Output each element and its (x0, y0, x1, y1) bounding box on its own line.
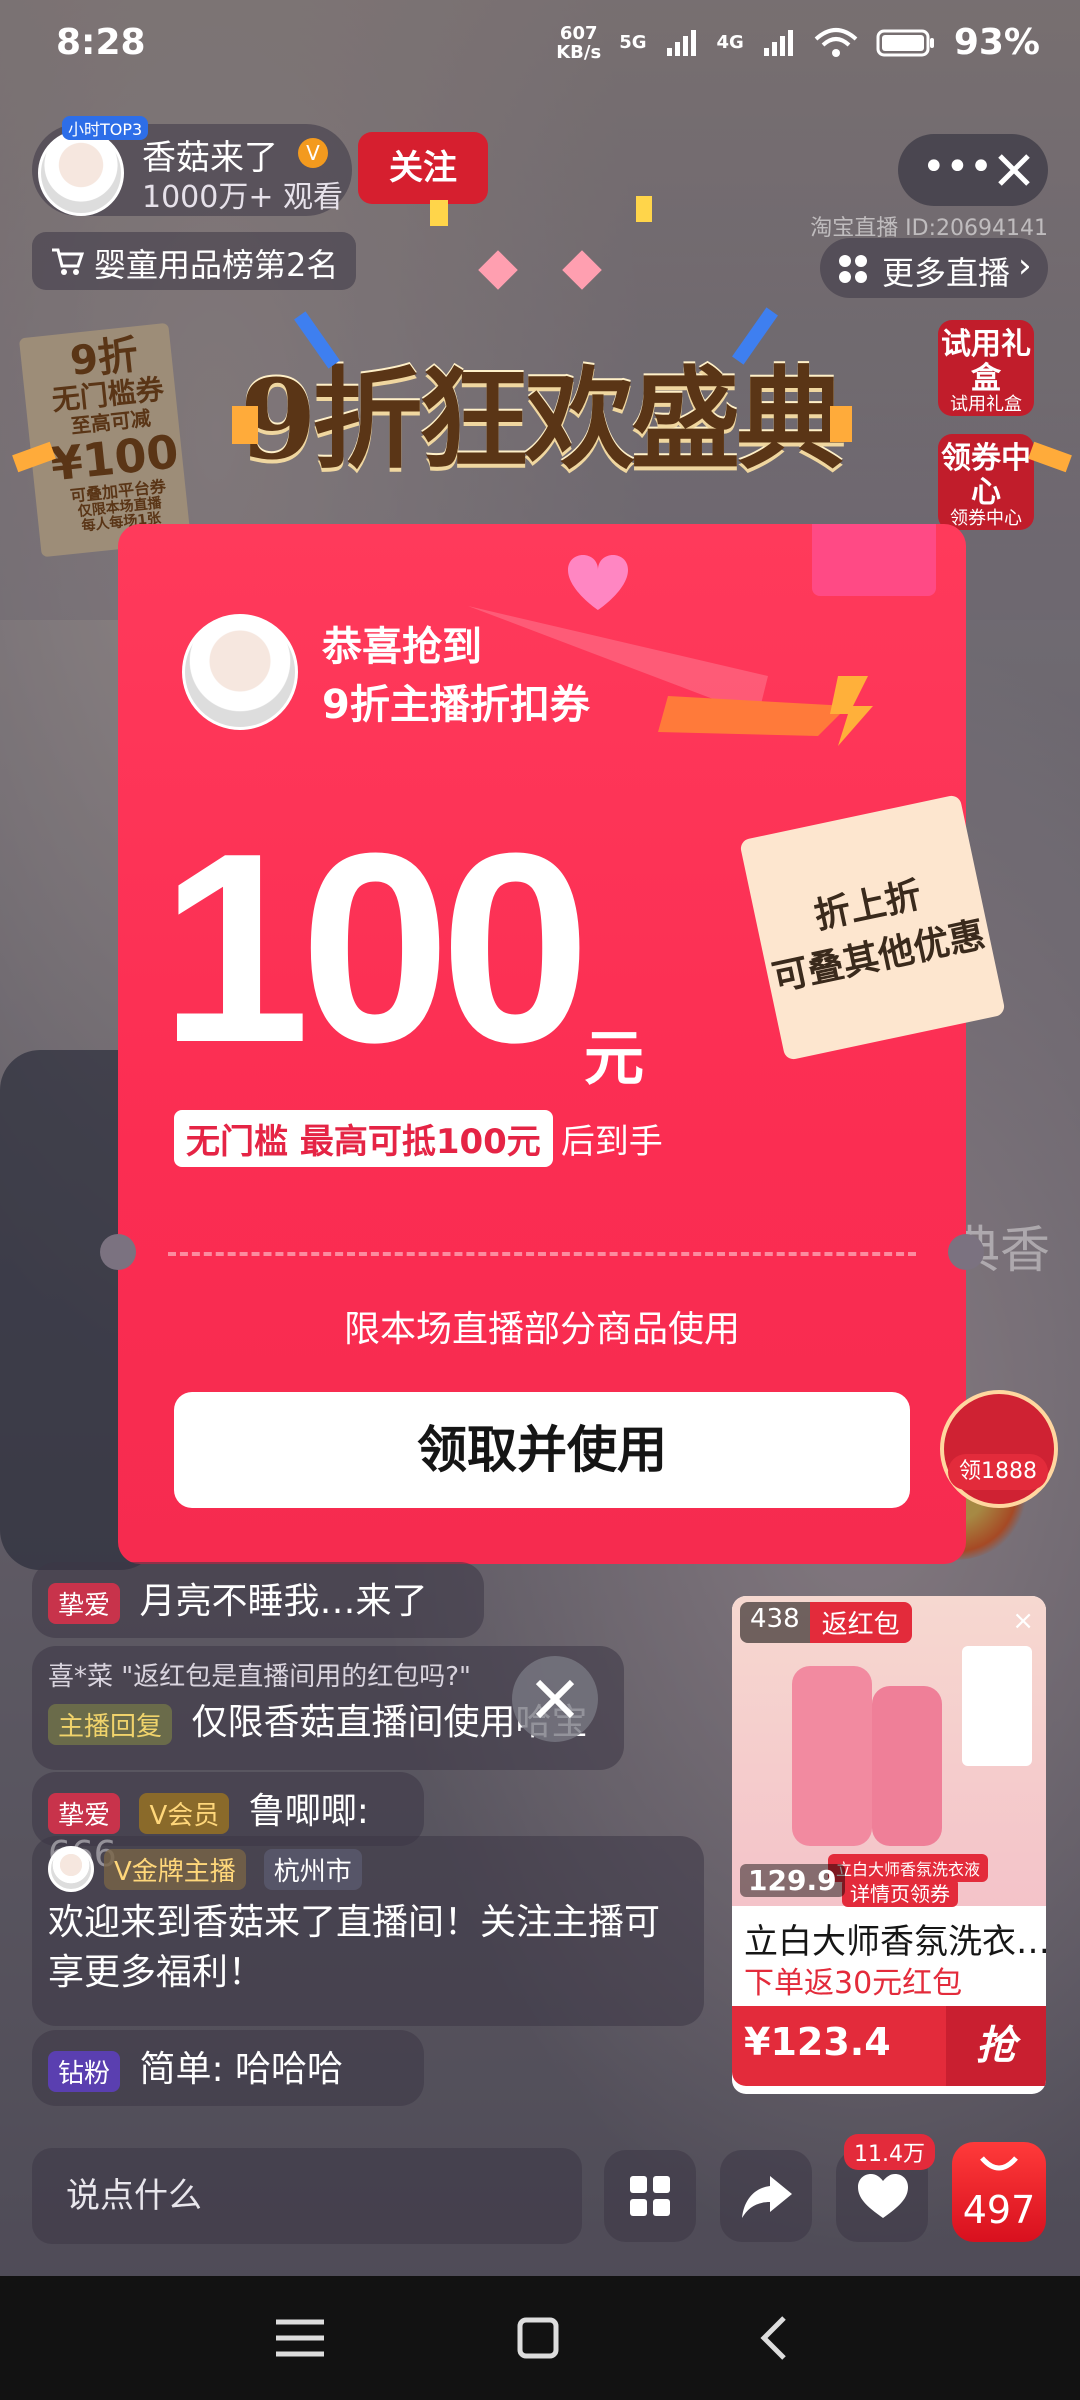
cashback-badge: 返红包 (809, 1602, 912, 1643)
close-icon (535, 1679, 575, 1719)
product-price: ¥123.4 (744, 2020, 891, 2064)
buy-button[interactable]: 抢 (946, 2006, 1046, 2086)
chat-message: 挚爱 月亮不睡我…来了 (32, 1562, 484, 1638)
chat-text: 欢迎来到香菇来了直播间！关注主播可享更多福利！ (48, 1902, 661, 1993)
back-icon[interactable] (744, 2312, 804, 2364)
coupon-center-button[interactable]: 领券中心 领券中心 (938, 434, 1034, 530)
host-small-avatar (48, 1846, 94, 1892)
like-count: 11.4万 (844, 2134, 935, 2170)
trial-gift-caption: 试用礼盒 (950, 394, 1022, 415)
ranking-chip[interactable]: 婴童用品榜第2名 (32, 232, 356, 290)
chat-text: 月亮不睡我…来了 (139, 1581, 428, 1622)
share-button[interactable] (720, 2150, 812, 2242)
product-count: 438 (740, 1602, 810, 1643)
red-packet-icon[interactable] (940, 1390, 1058, 1508)
status-time: 8:28 (56, 22, 146, 63)
close-chat-button[interactable] (512, 1656, 598, 1742)
heart-icon (858, 2174, 908, 2218)
more-live-button[interactable]: 更多直播 › (820, 238, 1048, 298)
more-icon[interactable]: ••• (922, 144, 993, 190)
stacking-note: 折上折 可叠其他优惠 (739, 794, 1006, 1061)
left-notch (100, 1234, 136, 1270)
follow-button[interactable]: 关注 (358, 132, 488, 204)
host-info-chip[interactable]: 小时TOP3 香菇来了 V 1000万+ 观看 (32, 116, 352, 216)
cart-icon (52, 248, 84, 275)
4g-label: 4G (716, 32, 744, 53)
system-nav-bar (0, 2276, 1080, 2400)
net-speed-value: 607 (559, 22, 598, 44)
viewer-count: 1000万+ 观看 (142, 180, 344, 215)
right-notch (948, 1234, 984, 1270)
verified-icon: V (298, 138, 328, 168)
hour-top-badge: 小时TOP3 (62, 116, 149, 140)
new-user-price: 129.9 (740, 1864, 845, 1897)
signal-icon (666, 29, 696, 56)
chat-message: 挚爱 V会员 鲁唧唧: 666 (32, 1772, 424, 1875)
gold-host-tag: V金牌主播 (104, 1848, 246, 1890)
claim-and-use-button[interactable]: 领取并使用 (174, 1392, 910, 1508)
product-promo: 下单返30元红包 (744, 1966, 963, 2001)
coupon-scope: 限本场直播部分商品使用 (343, 1309, 740, 1350)
chat-text: 简单: 哈哈哈 (139, 2049, 344, 2090)
diamond-fan-tag: 钻粉 (48, 2050, 121, 2092)
cart-count: 497 (962, 2188, 1036, 2232)
coupon-condition: 无门槛 最高可抵100元 后到手 (174, 1110, 663, 1167)
congrats-text: 恭喜抢到 (322, 624, 482, 670)
coupon-host-avatar (182, 614, 298, 730)
close-card-icon[interactable]: × (1012, 1606, 1034, 1636)
product-card[interactable]: 438 返红包 × 立白大师香氛洗衣液 详情页领券 129.9 立白大师香氛洗衣… (732, 1596, 1046, 2094)
comment-input[interactable]: 说点什么 (32, 2148, 582, 2244)
net-speed: 607 KB/s (556, 24, 601, 62)
shopping-bag-button[interactable]: 497 (952, 2142, 1046, 2242)
5g-label: 5G (619, 32, 647, 53)
net-speed-unit: KB/s (556, 41, 602, 63)
signal-icon-2 (763, 29, 793, 56)
fan-tag: 挚爱 (48, 1792, 121, 1834)
bag-smile-icon (980, 2156, 1018, 2171)
perforation-divider (168, 1252, 916, 1256)
condition-tag: 无门槛 最高可抵100元 (174, 1110, 553, 1167)
ranking-text: 婴童用品榜第2名 (94, 246, 339, 284)
vip-tag: V会员 (139, 1792, 230, 1834)
host-avatar[interactable] (38, 130, 124, 216)
grid-icon (839, 255, 867, 283)
trial-gift-title: 试用礼盒 (941, 327, 1031, 396)
status-bar: 8:28 607 KB/s 5G 4G 93% (0, 0, 1080, 90)
coupon-name: 9折主播折扣券 (322, 682, 590, 728)
home-icon[interactable] (508, 2312, 568, 2364)
menu-icon[interactable] (270, 2312, 330, 2364)
fan-tag: 挚爱 (48, 1582, 121, 1624)
more-live-label: 更多直播 (882, 254, 1011, 292)
chat-message: 钻粉 简单: 哈哈哈 (32, 2030, 424, 2106)
close-icon[interactable] (996, 152, 1032, 188)
red-packet-label: 领1888 (948, 1454, 1048, 1490)
coupon-amount: 100 (160, 798, 590, 1099)
left-ticket: 9折 无门槛券 至高可减 ¥100 可叠加平台券 仅限本场直播 每人每场1张 (28, 329, 196, 539)
coupon-chip: 详情页领券 (842, 1878, 958, 1907)
wifi-icon (814, 27, 858, 57)
battery-icon (876, 29, 934, 56)
product-buy-bar[interactable]: ¥123.4 抢 (732, 2006, 1046, 2086)
battery-percent: 93% (953, 22, 1040, 63)
top-actions: ••• (898, 134, 1048, 206)
coupon-center-title: 领券中心 (941, 441, 1031, 510)
trial-gift-button[interactable]: 试用礼盒 试用礼盒 (938, 320, 1034, 416)
host-reply-tag: 主播回复 (48, 1703, 173, 1745)
apps-icon (630, 2176, 670, 2216)
chat-system-message: V金牌主播 杭州市 欢迎来到香菇来了直播间！关注主播可享更多福利！ (32, 1836, 704, 2026)
coupon-currency: 元 (584, 1024, 644, 1094)
product-title: 立白大师香氛洗衣… (744, 1922, 1046, 1962)
menu-grid-button[interactable] (604, 2150, 696, 2242)
condition-suffix: 后到手 (560, 1122, 663, 1162)
chevron-right-icon: › (1018, 246, 1032, 286)
product-badges: 438 返红包 (740, 1602, 912, 1643)
share-icon (742, 2176, 792, 2218)
location-tag: 杭州市 (263, 1848, 362, 1890)
